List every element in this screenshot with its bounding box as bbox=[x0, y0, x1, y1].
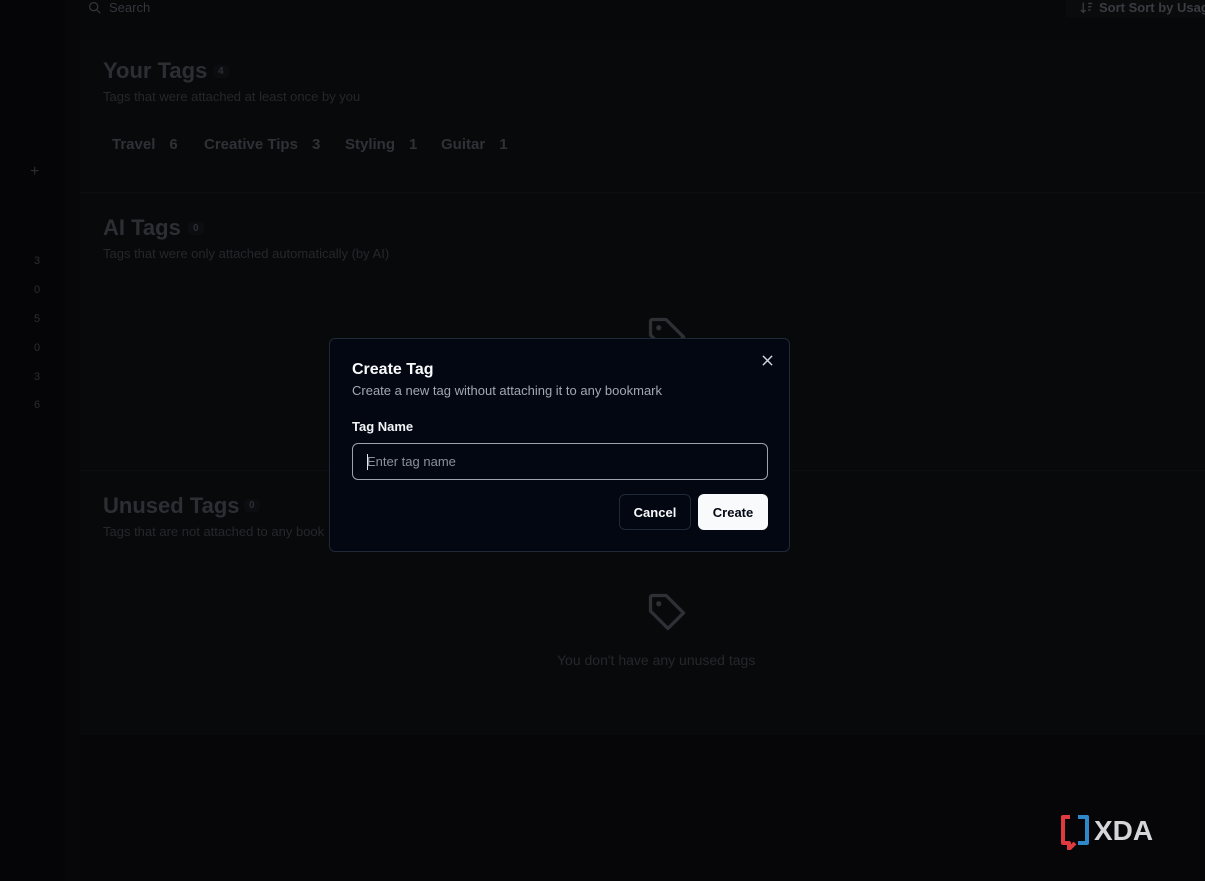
search-icon bbox=[88, 1, 101, 14]
tag-name: Guitar bbox=[441, 135, 486, 153]
sidebar-count: 6 bbox=[34, 399, 41, 411]
tag-chip-styling[interactable]: Styling 1 bbox=[337, 134, 425, 154]
tag-count: 6 bbox=[169, 135, 178, 153]
your-tags-count-badge: 4 bbox=[213, 65, 229, 78]
close-icon bbox=[761, 354, 773, 366]
tag-name-label: Tag Name bbox=[352, 419, 414, 434]
tag-name-input[interactable] bbox=[352, 443, 768, 480]
dialog-description: Create a new tag without attaching it to… bbox=[352, 383, 663, 398]
tag-count: 3 bbox=[311, 135, 321, 153]
your-tags-subtitle: Tags that were attached at least once by… bbox=[103, 89, 361, 104]
close-button[interactable] bbox=[760, 353, 774, 367]
unused-tags-title: Unused Tags bbox=[103, 493, 240, 518]
xda-logo: XDA bbox=[1061, 815, 1153, 850]
tag-name: Creative Tips bbox=[204, 135, 298, 153]
tag-chip-creative-tips[interactable]: Creative Tips 3 bbox=[196, 134, 328, 154]
tag-icon bbox=[648, 593, 686, 631]
your-tags-title: Your Tags bbox=[103, 58, 208, 83]
create-tag-dialog: Create Tag Create a new tag without atta… bbox=[329, 338, 790, 552]
tag-chip-travel[interactable]: Travel 6 bbox=[104, 134, 186, 154]
sort-label: Sort Sort by Usag bbox=[1099, 0, 1205, 15]
tag-name: Styling bbox=[345, 135, 396, 153]
sidebar-count: 5 bbox=[34, 313, 41, 325]
ai-tags-count-badge: 0 bbox=[188, 222, 204, 235]
add-list-icon[interactable]: + bbox=[30, 163, 39, 181]
tag-count: 1 bbox=[409, 135, 418, 153]
search-placeholder: Search bbox=[109, 0, 151, 15]
tags-page: + 3 0 5 0 3 6 Search Sort Sort by Usag Y… bbox=[0, 0, 1205, 881]
unused-tags-empty-text: You don't have any unused tags bbox=[557, 652, 756, 668]
sidebar-count: 3 bbox=[34, 255, 41, 267]
tag-name: Travel bbox=[112, 135, 156, 153]
dialog-title: Create Tag bbox=[352, 361, 434, 378]
ai-tags-title: AI Tags bbox=[103, 215, 181, 240]
sort-button[interactable]: Sort Sort by Usag bbox=[1066, 0, 1205, 18]
create-button[interactable]: Create bbox=[698, 494, 768, 530]
tag-chip-guitar[interactable]: Guitar 1 bbox=[433, 134, 516, 154]
sort-icon bbox=[1080, 2, 1093, 13]
left-sidebar: + 3 0 5 0 3 6 bbox=[0, 0, 66, 881]
ai-tags-subtitle: Tags that were only attached automatical… bbox=[103, 246, 390, 261]
sidebar-count: 3 bbox=[34, 371, 41, 383]
page-footer-area bbox=[80, 735, 1205, 881]
text-caret bbox=[367, 454, 368, 470]
section-divider bbox=[80, 192, 1205, 193]
sidebar-count: 0 bbox=[34, 284, 41, 296]
cancel-button[interactable]: Cancel bbox=[619, 494, 691, 530]
tag-count: 1 bbox=[499, 135, 508, 153]
sidebar-divider bbox=[66, 0, 80, 881]
search-input[interactable]: Search bbox=[88, 0, 1056, 18]
unused-tags-subtitle: Tags that are not attached to any book bbox=[103, 524, 325, 539]
unused-tags-count-badge: 0 bbox=[244, 499, 260, 512]
sidebar-count: 0 bbox=[34, 342, 41, 354]
xda-logo-text: XDA bbox=[1094, 815, 1153, 846]
